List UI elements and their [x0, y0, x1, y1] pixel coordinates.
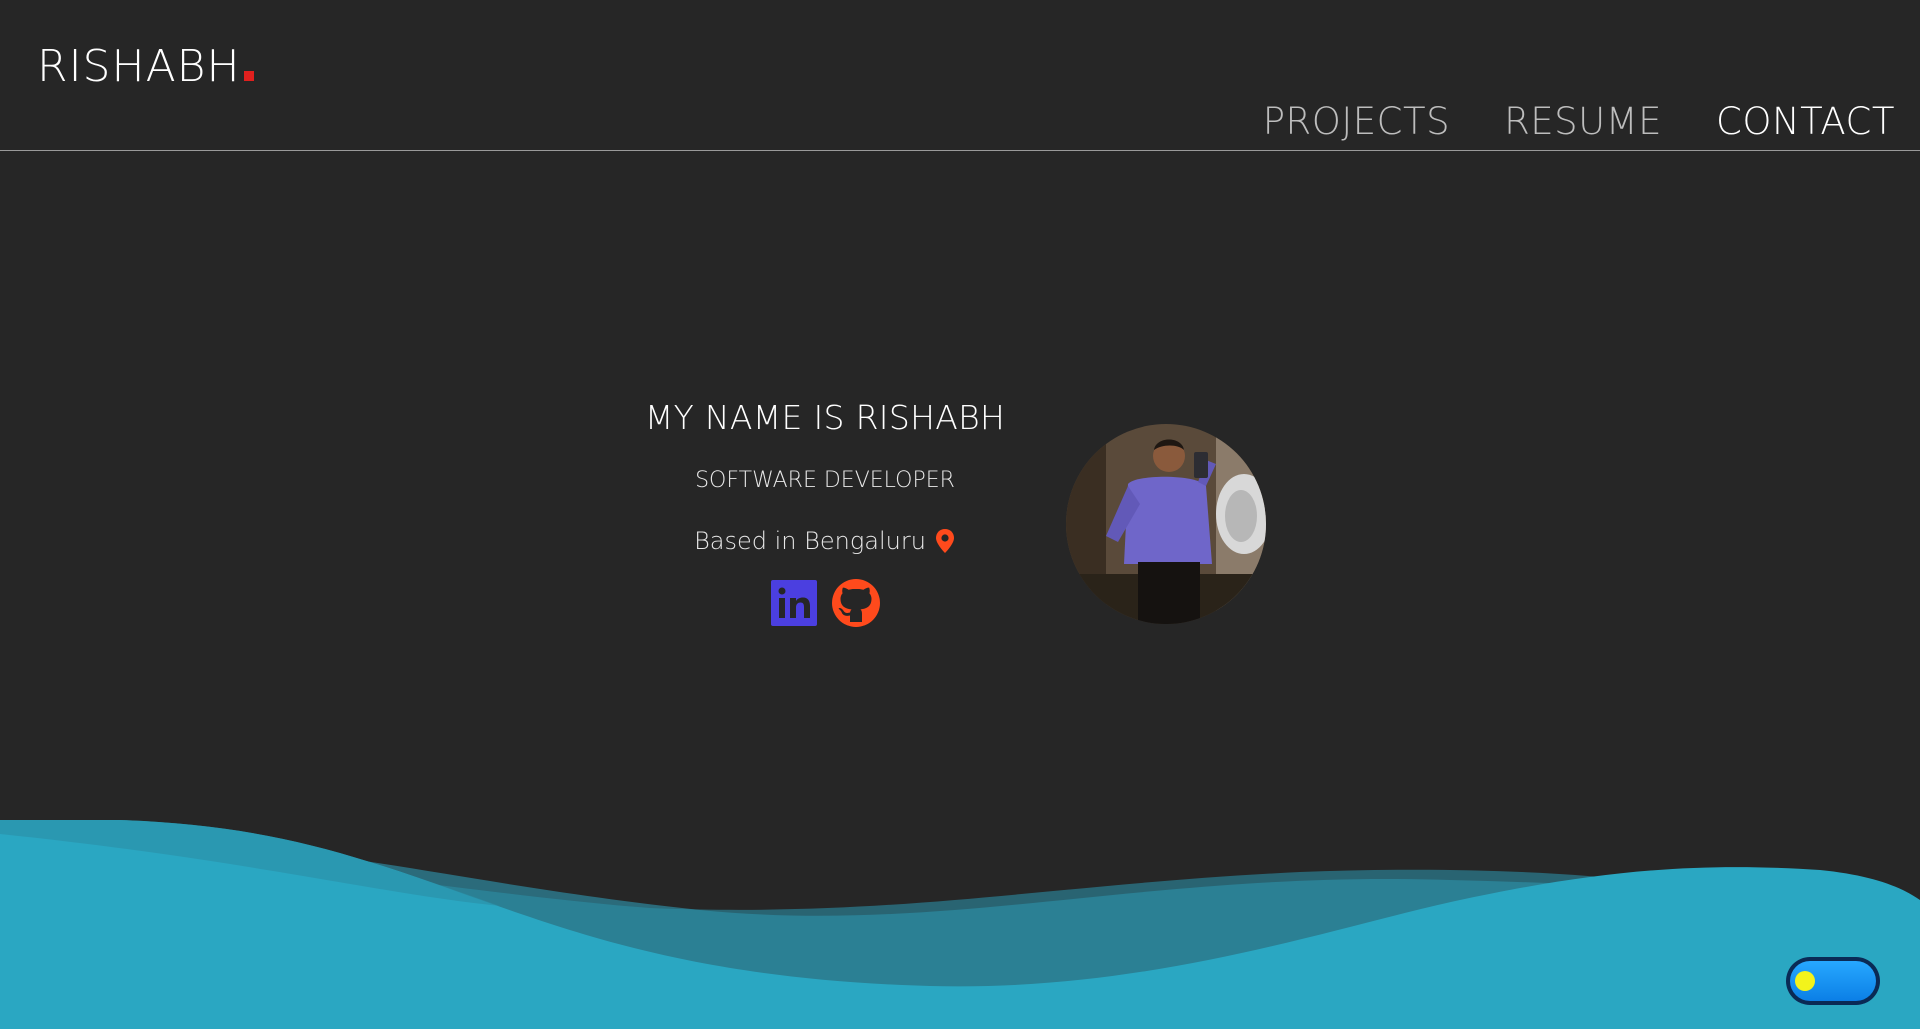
site-header: RISHABH PROJECTS RESUME CONTACT [0, 0, 1920, 151]
theme-toggle[interactable] [1786, 957, 1880, 1005]
main-nav: PROJECTS RESUME CONTACT [1263, 98, 1895, 146]
hero-title: MY NAME IS RISHABH [644, 398, 1006, 437]
nav-resume[interactable]: RESUME [1504, 98, 1662, 146]
logo-text: RISHABH [37, 41, 241, 92]
linkedin-link[interactable] [769, 578, 819, 628]
map-pin-icon [934, 528, 956, 554]
hero-role: SOFTWARE DEVELOPER [695, 468, 955, 493]
logo[interactable]: RISHABH [37, 38, 254, 96]
social-links [590, 578, 1060, 628]
linkedin-icon [771, 580, 817, 626]
nav-projects[interactable]: PROJECTS [1263, 98, 1450, 146]
github-link[interactable] [831, 578, 881, 628]
decorative-waves [0, 820, 1920, 1029]
hero-intro: MY NAME IS RISHABH SOFTWARE DEVELOPER Ba… [590, 390, 1060, 628]
logo-dot [243, 71, 254, 81]
profile-photo [1066, 424, 1266, 624]
location-text: Based in Bengaluru [694, 527, 926, 555]
hero-location: Based in Bengaluru [590, 524, 1060, 558]
nav-contact[interactable]: CONTACT [1716, 98, 1895, 146]
toggle-knob [1795, 971, 1815, 991]
github-icon [832, 579, 880, 627]
page: RISHABH PROJECTS RESUME CONTACT MY NAME … [0, 0, 1920, 1029]
toggle-track [1790, 961, 1876, 1001]
